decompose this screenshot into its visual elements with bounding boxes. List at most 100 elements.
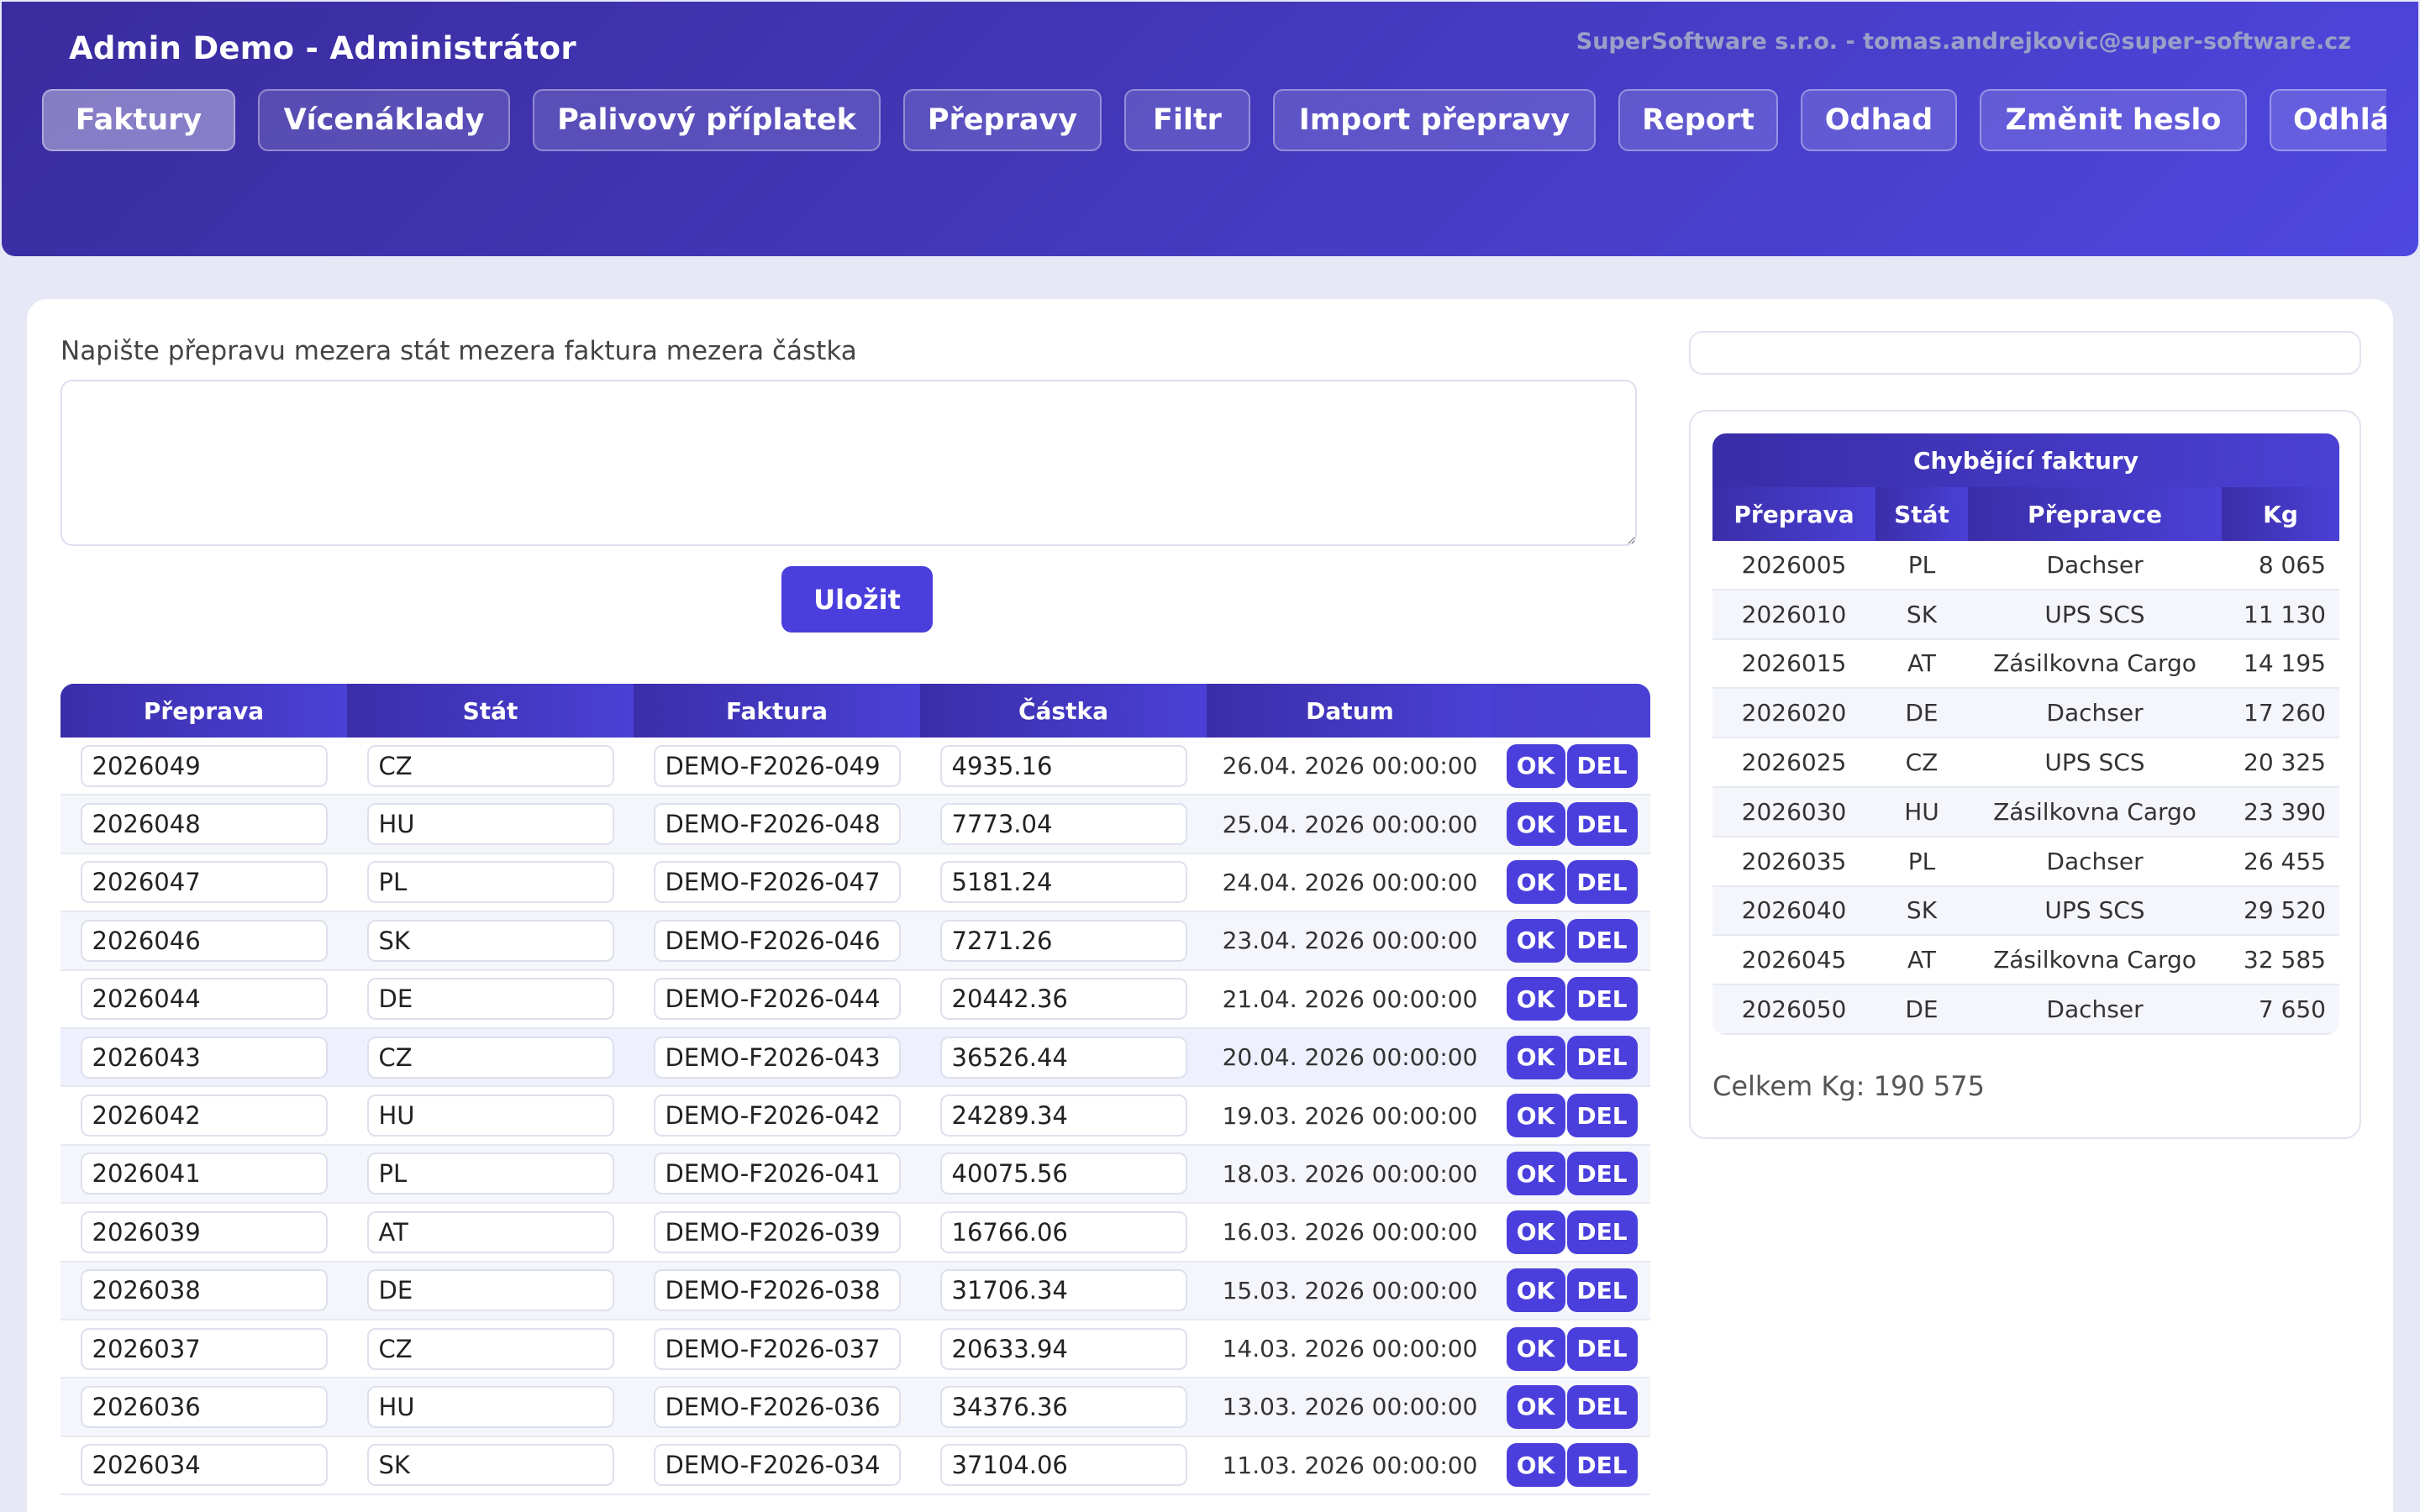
del-button[interactable]: DEL [1566,1035,1638,1079]
nav-faktury[interactable]: Faktury [42,89,235,151]
castka-input[interactable]: 31706.34 [939,1269,1187,1312]
preprava-input[interactable]: 2026047 [80,861,328,904]
faktura-input[interactable]: DEMO-F2026-049 [653,744,901,787]
save-button[interactable]: Uložit [781,566,933,633]
stat-input[interactable]: HU [366,1385,614,1428]
stat-input[interactable]: SK [366,1444,614,1487]
nav-odhad[interactable]: Odhad [1801,89,1957,151]
faktura-input[interactable]: DEMO-F2026-039 [653,1210,901,1253]
del-button[interactable]: DEL [1566,1210,1638,1254]
ok-button[interactable]: OK [1506,918,1565,963]
cell-preprava: 2026038 [60,1263,347,1319]
castka-input[interactable]: 20633.94 [939,1327,1187,1370]
del-button[interactable]: DEL [1566,1326,1638,1371]
ok-button[interactable]: OK [1506,1443,1565,1488]
del-button[interactable]: DEL [1566,977,1638,1021]
nav-v-cen-klady[interactable]: Vícenáklady [258,89,510,151]
ok-button[interactable]: OK [1506,1094,1565,1138]
nav-import-p-epravy[interactable]: Import přepravy [1273,89,1596,151]
stat-input[interactable]: AT [366,1210,614,1253]
castka-input[interactable]: 36526.44 [939,1036,1187,1079]
missing-cell-preprava: 2026045 [1741,946,1847,974]
ok-button[interactable]: OK [1506,1268,1565,1313]
castka-input[interactable]: 24289.34 [939,1095,1187,1137]
ok-button[interactable]: OK [1506,977,1565,1021]
faktura-input[interactable]: DEMO-F2026-042 [653,1095,901,1137]
castka-input[interactable]: 7773.04 [939,803,1187,846]
del-button[interactable]: DEL [1566,743,1638,788]
faktura-input[interactable]: DEMO-F2026-048 [653,803,901,846]
preprava-input[interactable]: 2026034 [80,1444,328,1487]
castka-input[interactable]: 34376.36 [939,1385,1187,1428]
stat-input[interactable]: DE [366,978,614,1021]
stat-input[interactable]: CZ [366,1327,614,1370]
faktura-input[interactable]: DEMO-F2026-044 [653,978,901,1021]
ok-button[interactable]: OK [1506,1384,1565,1429]
castka-input[interactable]: 37104.06 [939,1444,1187,1487]
ok-button[interactable]: OK [1506,1152,1565,1196]
preprava-input[interactable]: 2026039 [80,1210,328,1253]
preprava-input[interactable]: 2026046 [80,919,328,962]
castka-input[interactable]: 5181.24 [939,861,1187,904]
ok-button[interactable]: OK [1506,1210,1565,1254]
stat-input[interactable]: SK [366,919,614,962]
castka-input[interactable]: 7271.26 [939,919,1187,962]
stat-input[interactable]: CZ [366,1036,614,1079]
faktura-input[interactable]: DEMO-F2026-038 [653,1269,901,1312]
cell-stat: CZ [347,738,634,794]
faktura-input[interactable]: DEMO-F2026-046 [653,919,901,962]
ok-button[interactable]: OK [1506,1035,1565,1079]
preprava-input[interactable]: 2026049 [80,744,328,787]
del-button[interactable]: DEL [1566,860,1638,905]
preprava-input[interactable]: 2026036 [80,1385,328,1428]
del-button[interactable]: DEL [1566,1384,1638,1429]
stat-input[interactable]: PL [366,1152,614,1195]
missing-cell-stat: CZ [1905,748,1939,777]
faktura-input[interactable]: DEMO-F2026-034 [653,1444,901,1487]
stat-input[interactable]: CZ [366,744,614,787]
del-button[interactable]: DEL [1566,1152,1638,1196]
cell-datum: 25.04. 2026 00:00:00 [1207,795,1493,852]
nav-report[interactable]: Report [1618,89,1778,151]
ok-button[interactable]: OK [1506,860,1565,905]
preprava-input[interactable]: 2026041 [80,1152,328,1195]
nav-p-epravy[interactable]: Přepravy [903,89,1102,151]
castka-input[interactable]: 20442.36 [939,978,1187,1021]
nav-zm-nit-heslo[interactable]: Změnit heslo [1980,89,2247,151]
faktura-input[interactable]: DEMO-F2026-037 [653,1327,901,1370]
ok-button[interactable]: OK [1506,743,1565,788]
del-button[interactable]: DEL [1566,802,1638,847]
ok-button[interactable]: OK [1506,1326,1565,1371]
stat-input[interactable]: HU [366,1095,614,1137]
preprava-input[interactable]: 2026038 [80,1269,328,1312]
castka-input[interactable]: 40075.56 [939,1152,1187,1195]
faktura-input[interactable]: DEMO-F2026-047 [653,861,901,904]
nav-filtr[interactable]: Filtr [1124,89,1250,151]
side-search-box[interactable] [1689,331,2361,375]
faktura-input[interactable]: DEMO-F2026-043 [653,1036,901,1079]
stat-input[interactable]: DE [366,1269,614,1312]
preprava-input[interactable]: 2026037 [80,1327,328,1370]
cell-actions: OK DEL [1493,1263,1650,1319]
preprava-input[interactable]: 2026043 [80,1036,328,1079]
preprava-input[interactable]: 2026048 [80,803,328,846]
table-row: 2026041 PL DEMO-F2026-041 40075.56 18.03. 20… [60,1145,1650,1205]
stat-input[interactable]: PL [366,861,614,904]
faktura-input[interactable]: DEMO-F2026-041 [653,1152,901,1195]
preprava-input[interactable]: 2026044 [80,978,328,1021]
preprava-input[interactable]: 2026042 [80,1095,328,1137]
del-button[interactable]: DEL [1566,1094,1638,1138]
del-button[interactable]: DEL [1566,918,1638,963]
castka-input[interactable]: 16766.06 [939,1210,1187,1253]
nav-odhl-sit[interactable]: Odhlásit [2270,89,2386,151]
row-actions: OK DEL [1506,1384,1638,1429]
del-button[interactable]: DEL [1566,1443,1638,1488]
nav-palivov-p-platek[interactable]: Palivový příplatek [533,89,881,151]
table-row: 2026047 PL DEMO-F2026-047 5181.24 24.04. 202… [60,854,1650,913]
faktura-input[interactable]: DEMO-F2026-036 [653,1385,901,1428]
bulk-entry-textarea[interactable] [60,380,1637,546]
del-button[interactable]: DEL [1566,1268,1638,1313]
ok-button[interactable]: OK [1506,802,1565,847]
stat-input[interactable]: HU [366,803,614,846]
castka-input[interactable]: 4935.16 [939,744,1187,787]
